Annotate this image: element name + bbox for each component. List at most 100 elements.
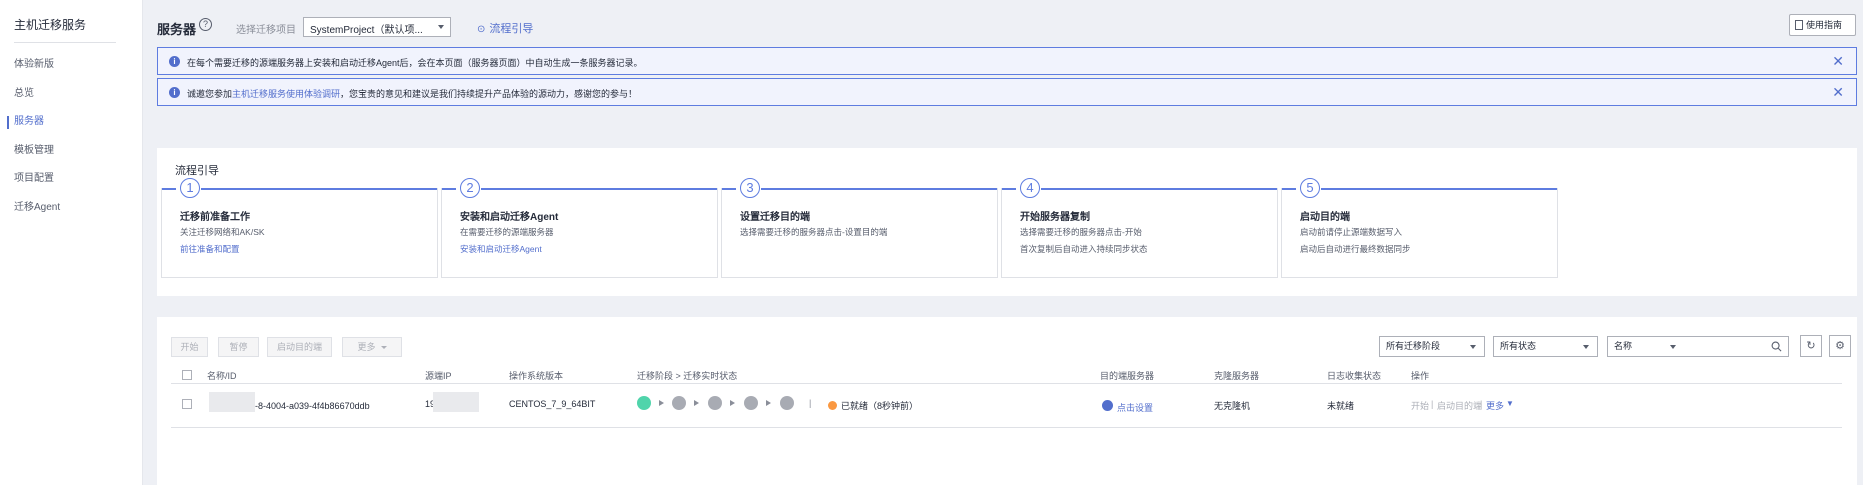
- alert-survey: i 诚邀您参加主机迁移服务使用体验调研，您宝贵的意见和建议是我们持续提升产品体验…: [157, 78, 1857, 106]
- flow-step-4: 4 开始服务器复制 选择需要迁移的服务器点击-开始 首次复制后自动进入持续同步状…: [1001, 178, 1278, 278]
- gear-icon[interactable]: ⚙: [1829, 335, 1851, 357]
- project-select[interactable]: SystemProject（默认项...: [303, 17, 451, 37]
- column-header-os: 操作系统版本: [509, 371, 564, 381]
- column-header-clone: 克隆服务器: [1214, 371, 1260, 381]
- help-icon[interactable]: ?: [199, 18, 212, 31]
- os-version: CENTOS_7_9_64BIT: [509, 399, 596, 409]
- flow-step-1: 1 迁移前准备工作 关注迁移网络和AK/SK 前往准备和配置: [161, 178, 438, 278]
- step-number: 4: [1020, 178, 1040, 198]
- close-icon[interactable]: ✕: [1832, 84, 1844, 101]
- info-icon: i: [169, 87, 180, 98]
- step-description-2: 启动后自动进行最终数据同步: [1300, 244, 1411, 254]
- redacted-name: [209, 392, 255, 412]
- action-separator: |: [1480, 399, 1483, 409]
- status-filter-select[interactable]: 所有状态: [1493, 336, 1598, 357]
- alert-agent-info: i 在每个需要迁移的源端服务器上安装和启动迁移Agent后，会在本页面（服务器页…: [157, 47, 1857, 75]
- alert-text-after: ，您宝贵的意见和建议是我们持续提升产品体验的源动力，感谢您的参与！: [340, 89, 638, 99]
- row-launch-target-action[interactable]: 启动目的端: [1437, 399, 1482, 412]
- column-header-target: 目的端服务器: [1100, 371, 1155, 381]
- stage-divider: |: [809, 398, 812, 408]
- flow-guide-panel: 流程引导 1 迁移前准备工作 关注迁移网络和AK/SK 前往准备和配置 2 安装…: [157, 148, 1857, 296]
- stage-replicate-icon: [708, 396, 722, 410]
- arrow-right-icon: [694, 400, 699, 406]
- action-separator: |: [1431, 399, 1434, 409]
- server-name-id[interactable]: -8-4004-a039-4f4b86670ddb: [255, 401, 370, 411]
- step-description: 在需要迁移的源端服务器: [460, 227, 554, 237]
- stage-target-flag-icon: [672, 396, 686, 410]
- main-content: 服务器 ? 选择迁移项目 SystemProject（默认项... ⊙ 流程引导 …: [143, 0, 1863, 485]
- sidebar-item-project-config[interactable]: 项目配置: [0, 165, 142, 194]
- step-number: 2: [460, 178, 480, 198]
- step-description-2: 首次复制后自动进入持续同步状态: [1020, 244, 1148, 254]
- launch-target-button[interactable]: 启动目的端: [267, 337, 332, 357]
- alert-text-before: 诚邀您参加: [187, 89, 233, 99]
- chevron-down-icon: [380, 346, 387, 350]
- step-title: 启动目的端: [1300, 212, 1350, 223]
- migration-status: 已就绪（8秒钟前）: [841, 401, 919, 411]
- column-header-log: 日志收集状态: [1327, 371, 1382, 381]
- step-title: 设置迁移目的端: [740, 212, 810, 223]
- status-filter-value: 所有状态: [1500, 341, 1537, 351]
- arrow-right-icon: [730, 400, 735, 406]
- status-ready-icon: [828, 401, 837, 410]
- row-checkbox[interactable]: [182, 399, 192, 409]
- row-start-action[interactable]: 开始: [1411, 399, 1429, 412]
- sidebar-item-new-version[interactable]: 体验新版: [0, 51, 142, 80]
- table-header: 名称/ID 源端IP 操作系统版本 迁移阶段 > 迁移实时状态 目的端服务器 克…: [171, 366, 1842, 384]
- clone-server: 无克隆机: [1214, 401, 1251, 411]
- prepare-config-link[interactable]: 前往准备和配置: [180, 243, 240, 255]
- select-all-checkbox[interactable]: [182, 370, 192, 380]
- alert-message: 诚邀您参加主机迁移服务使用体验调研，您宝贵的意见和建议是我们持续提升产品体验的源…: [187, 87, 637, 100]
- column-header-source-ip: 源端IP: [425, 371, 452, 381]
- flow-guide-title: 流程引导: [175, 165, 219, 177]
- document-icon: [1795, 20, 1803, 30]
- stage-agent-check-icon: [637, 396, 651, 410]
- flow-step-2: 2 安装和启动迁移Agent 在需要迁移的源端服务器 安装和启动迁移Agent: [441, 178, 718, 278]
- log-status: 未就绪: [1327, 401, 1355, 411]
- column-header-stage: 迁移阶段 > 迁移实时状态: [637, 371, 738, 381]
- flow-guide-label: 流程引导: [489, 23, 534, 35]
- search-input[interactable]: 名称: [1607, 336, 1789, 357]
- step-description: 选择需要迁移的服务器点击-开始: [1020, 227, 1142, 237]
- sidebar-item-overview[interactable]: 总览: [0, 80, 142, 109]
- stage-filter-select[interactable]: 所有迁移阶段: [1379, 336, 1485, 357]
- close-icon[interactable]: ✕: [1832, 53, 1844, 70]
- project-select-value: SystemProject（默认项...: [310, 25, 423, 36]
- step-title: 开始服务器复制: [1020, 212, 1090, 223]
- install-agent-link[interactable]: 安装和启动迁移Agent: [460, 243, 542, 255]
- start-button[interactable]: 开始: [171, 337, 208, 357]
- chevron-down-icon: [1470, 345, 1476, 349]
- refresh-icon[interactable]: ↻: [1800, 335, 1822, 357]
- stage-filter-value: 所有迁移阶段: [1386, 341, 1441, 351]
- stage-launch-rocket-icon: [780, 396, 794, 410]
- alert-message: 在每个需要迁移的源端服务器上安装和启动迁移Agent后，会在本页面（服务器页面）…: [187, 58, 643, 68]
- page-title: 服务器: [157, 22, 197, 37]
- sidebar-item-templates[interactable]: 模板管理: [0, 137, 142, 166]
- sidebar-item-servers[interactable]: 服务器: [0, 108, 142, 137]
- stage-sync-icon: [744, 396, 758, 410]
- step-number: 3: [740, 178, 760, 198]
- usage-guide-label: 使用指南: [1806, 20, 1843, 30]
- column-header-actions: 操作: [1411, 371, 1430, 381]
- eye-icon: ⊙: [477, 24, 486, 35]
- search-field-select[interactable]: 名称: [1614, 341, 1632, 351]
- sidebar-title: 主机迁移服务: [14, 18, 87, 32]
- arrow-right-icon: [659, 400, 664, 406]
- pause-button[interactable]: 暂停: [218, 337, 259, 357]
- chevron-down-icon[interactable]: ▼: [1506, 399, 1514, 408]
- step-number: 1: [180, 178, 200, 198]
- usage-guide-button[interactable]: 使用指南: [1789, 14, 1856, 36]
- flow-guide-link[interactable]: ⊙ 流程引导: [477, 20, 533, 36]
- survey-link[interactable]: 主机迁移服务使用体验调研: [232, 89, 340, 99]
- more-button[interactable]: 更多: [342, 337, 402, 357]
- step-description: 关注迁移网络和AK/SK: [180, 227, 265, 237]
- sidebar-item-migration-agent[interactable]: 迁移Agent: [0, 194, 142, 223]
- chevron-down-icon: [1670, 345, 1676, 349]
- set-target-link[interactable]: 点击设置: [1117, 401, 1153, 414]
- search-icon[interactable]: [1771, 341, 1782, 352]
- page-header: 服务器 ? 选择迁移项目 SystemProject（默认项... ⊙ 流程引导 …: [143, 0, 1863, 52]
- row-more-action[interactable]: 更多: [1486, 399, 1504, 412]
- server-list-panel: 开始 暂停 启动目的端 更多 所有迁移阶段 所有状态 名称 ↻ ⚙ 名称/ID …: [157, 317, 1857, 485]
- redacted-ip: [433, 392, 479, 412]
- column-header-name: 名称/ID: [207, 371, 237, 381]
